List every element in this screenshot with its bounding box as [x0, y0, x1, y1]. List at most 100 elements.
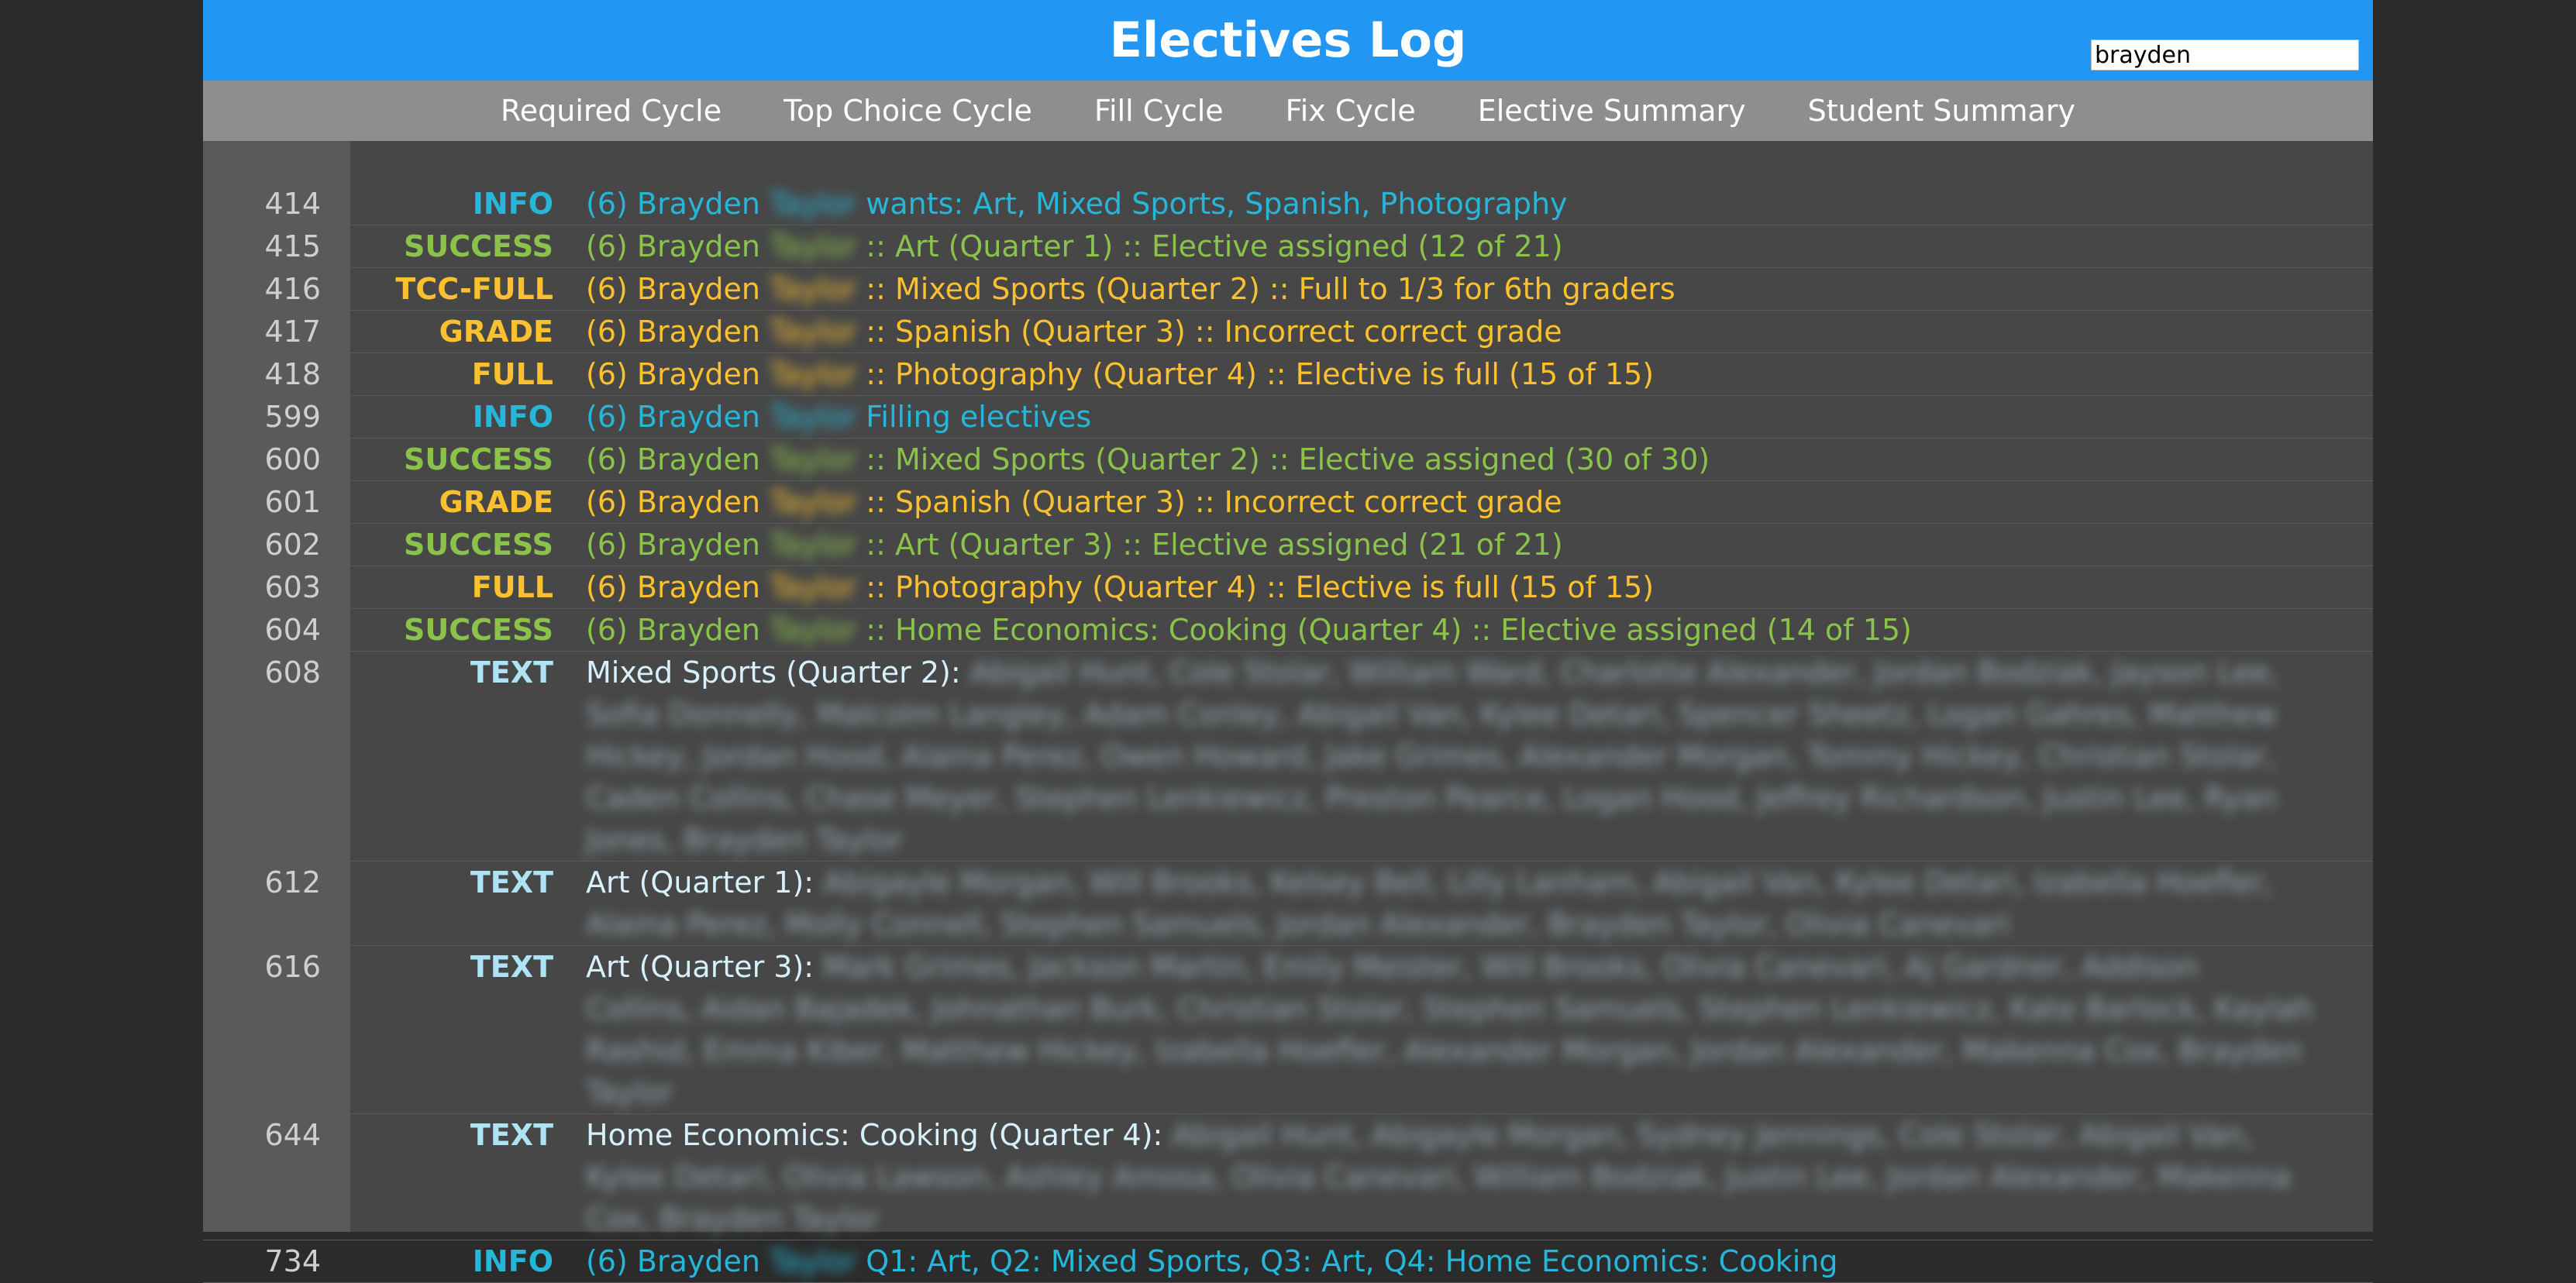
nav-required-cycle[interactable]: Required Cycle: [501, 94, 721, 128]
nav-fill-cycle[interactable]: Fill Cycle: [1094, 94, 1224, 128]
log-level-badge: TCC-FULL: [395, 272, 553, 306]
line-number: 644: [264, 1118, 321, 1152]
log-message-text: :: Photography (Quarter 4) :: Elective i…: [866, 357, 1655, 391]
log-message: (6) Brayden Taylor Filling electives: [586, 396, 2314, 438]
log-message-text: :: Art (Quarter 3) :: Elective assigned …: [866, 528, 1563, 562]
nav-fix-cycle[interactable]: Fix Cycle: [1286, 94, 1416, 128]
header-bar: Electives Log: [203, 0, 2373, 81]
log-message-prefix: (6) Brayden: [586, 570, 760, 604]
log-message-prefix: (6) Brayden: [586, 187, 760, 221]
line-number: 604: [264, 613, 321, 647]
log-message: (6) Brayden Taylor :: Art (Quarter 3) ::…: [586, 524, 2314, 566]
log-message-prefix: (6) Brayden: [586, 357, 760, 391]
log-message-prefix: (6) Brayden: [586, 229, 760, 263]
log-level-badge: SUCCESS: [404, 442, 553, 476]
redacted-last-name: Taylor: [770, 400, 857, 434]
log-message: (6) Brayden Taylor :: Home Economics: Co…: [586, 609, 2314, 651]
nav-student-summary[interactable]: Student Summary: [1808, 94, 2075, 128]
log-message-prefix: Art (Quarter 3):: [586, 950, 814, 984]
log-message-prefix: (6) Brayden: [586, 1244, 760, 1278]
log-row: 414 INFO (6) Brayden Taylor wants: Art, Mi…: [203, 183, 2373, 225]
redacted-last-name: Taylor: [770, 442, 857, 476]
line-number: 603: [264, 570, 321, 604]
nav-elective-summary[interactable]: Elective Summary: [1478, 94, 1746, 128]
line-number: 601: [264, 485, 321, 519]
log-level-badge: FULL: [471, 570, 553, 604]
log-message-text: :: Spanish (Quarter 3) :: Incorrect corr…: [866, 315, 1562, 349]
log-message: (6) Brayden Taylor :: Spanish (Quarter 3…: [586, 311, 2314, 353]
redacted-last-name: Taylor: [770, 485, 857, 519]
line-number: 600: [264, 442, 321, 476]
redacted-last-name: Taylor: [770, 613, 857, 647]
log-level-badge: TEXT: [470, 950, 553, 984]
log-level-badge: INFO: [472, 400, 553, 434]
log-message-text: :: Photography (Quarter 4) :: Elective i…: [866, 570, 1655, 604]
log-message: Art (Quarter 1): Abigayle Morgan, Will B…: [586, 862, 2314, 945]
log-message: Home Economics: Cooking (Quarter 4): Abi…: [586, 1114, 2314, 1240]
line-number: 616: [264, 950, 321, 984]
log-level-badge: TEXT: [470, 655, 553, 690]
log-row: 599 INFO (6) Brayden Taylor Filling electi…: [203, 396, 2373, 439]
log-message: Art (Quarter 3): Mark Grimes, Jackson Ma…: [586, 946, 2314, 1113]
log-list: 414 INFO (6) Brayden Taylor wants: Art, Mi…: [203, 183, 2373, 1283]
line-number: 734: [264, 1244, 321, 1278]
log-row: 416 TCC-FULL (6) Brayden Taylor :: Mixed S…: [203, 268, 2373, 311]
log-message: (6) Brayden Taylor :: Spanish (Quarter 3…: [586, 481, 2314, 523]
line-number: 599: [264, 400, 321, 434]
log-message-text: :: Spanish (Quarter 3) :: Incorrect corr…: [866, 485, 1562, 519]
redacted-last-name: Taylor: [770, 272, 857, 306]
log-message-prefix: Art (Quarter 1):: [586, 865, 814, 899]
log-row: 603 FULL (6) Brayden Taylor :: Photography…: [203, 566, 2373, 609]
line-number: 608: [264, 655, 321, 690]
log-row: 418 FULL (6) Brayden Taylor :: Photography…: [203, 353, 2373, 396]
log-level-badge: GRADE: [439, 315, 553, 349]
log-row: 602 SUCCESS (6) Brayden Taylor :: Art (Qua…: [203, 524, 2373, 566]
log-message-text: Filling electives: [866, 400, 1092, 434]
log-level-badge: GRADE: [439, 485, 553, 519]
log-message: (6) Brayden Taylor :: Photography (Quart…: [586, 353, 2314, 395]
log-message-prefix: (6) Brayden: [586, 442, 760, 476]
log-message-prefix: (6) Brayden: [586, 528, 760, 562]
search-input[interactable]: [2091, 40, 2359, 71]
log-message-prefix: Mixed Sports (Quarter 2):: [586, 655, 961, 690]
redacted-student-list: Abigayle Morgan, Will Brooks, Kelsey Bel…: [586, 865, 2273, 941]
redacted-student-list: Mark Grimes, Jackson Martin, Emily Meist…: [586, 950, 2314, 1109]
line-number: 418: [264, 357, 321, 391]
log-message-text: :: Art (Quarter 1) :: Elective assigned …: [866, 229, 1563, 263]
redacted-last-name: Taylor: [770, 315, 857, 349]
log-message-prefix: (6) Brayden: [586, 272, 760, 306]
log-row: 734 INFO (6) Brayden Taylor Q1: Art, Q2: M…: [203, 1240, 2373, 1283]
log-level-badge: FULL: [471, 357, 553, 391]
log-row: 604 SUCCESS (6) Brayden Taylor :: Home Eco…: [203, 609, 2373, 652]
log-level-badge: INFO: [472, 187, 553, 221]
log-level-badge: INFO: [472, 1244, 553, 1278]
log-message: (6) Brayden Taylor :: Art (Quarter 1) ::…: [586, 225, 2314, 267]
log-message-prefix: Home Economics: Cooking (Quarter 4):: [586, 1118, 1163, 1152]
redacted-last-name: Taylor: [770, 187, 857, 221]
log-level-badge: SUCCESS: [404, 528, 553, 562]
line-number: 414: [264, 187, 321, 221]
log-message-text: :: Mixed Sports (Quarter 2) :: Elective …: [866, 442, 1710, 476]
log-message-text: Q1: Art, Q2: Mixed Sports, Q3: Art, Q4: …: [866, 1244, 1838, 1278]
log-message-prefix: (6) Brayden: [586, 315, 760, 349]
log-message-text: wants: Art, Mixed Sports, Spanish, Photo…: [866, 187, 1568, 221]
log-level-badge: TEXT: [470, 1118, 553, 1152]
log-message: (6) Brayden Taylor Q1: Art, Q2: Mixed Sp…: [586, 1240, 2314, 1282]
log-level-badge: SUCCESS: [404, 613, 553, 647]
log-level-badge: TEXT: [470, 865, 553, 899]
nav-top-choice-cycle[interactable]: Top Choice Cycle: [783, 94, 1032, 128]
nav-bar: Required Cycle Top Choice Cycle Fill Cyc…: [203, 81, 2373, 141]
log-row: 616 TEXT Art (Quarter 3): Mark Grimes, Jac…: [203, 946, 2373, 1114]
page-title: Electives Log: [1109, 12, 1467, 68]
log-level-badge: SUCCESS: [404, 229, 553, 263]
log-message: Mixed Sports (Quarter 2): Abigail Hunt, …: [586, 652, 2314, 861]
log-row: 415 SUCCESS (6) Brayden Taylor :: Art (Qua…: [203, 225, 2373, 268]
log-message-text: :: Home Economics: Cooking (Quarter 4) :…: [866, 613, 1912, 647]
line-number: 602: [264, 528, 321, 562]
line-number: 416: [264, 272, 321, 306]
log-row: 608 TEXT Mixed Sports (Quarter 2): Abigail…: [203, 652, 2373, 862]
log-row: 644 TEXT Home Economics: Cooking (Quarter …: [203, 1114, 2373, 1240]
log-row: 601 GRADE (6) Brayden Taylor :: Spanish (Q…: [203, 481, 2373, 524]
log-message-prefix: (6) Brayden: [586, 485, 760, 519]
log-message: (6) Brayden Taylor :: Mixed Sports (Quar…: [586, 268, 2314, 310]
